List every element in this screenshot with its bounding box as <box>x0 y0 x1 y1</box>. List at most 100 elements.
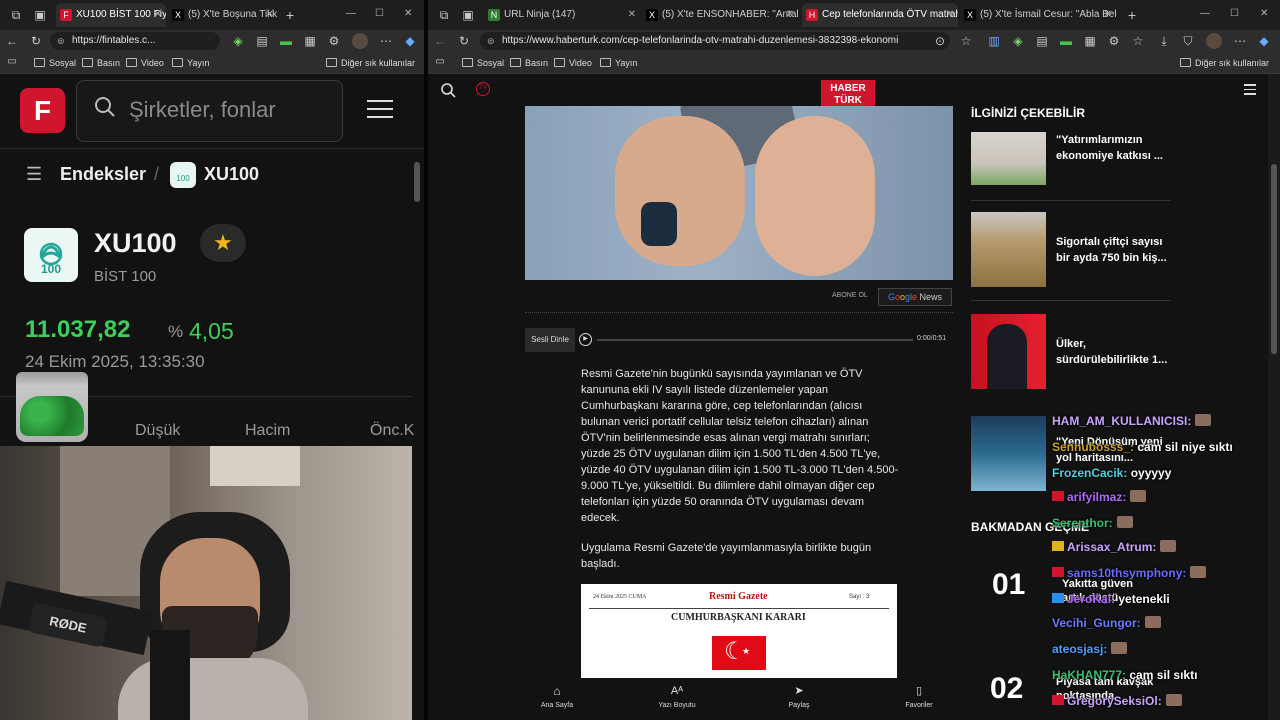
close-tab-icon[interactable]: ✕ <box>786 3 794 27</box>
favorites-icon[interactable]: ☆ <box>1130 33 1146 49</box>
chat-username[interactable]: HAM_AM_KULLANICISI: <box>1052 414 1191 428</box>
related-3-title[interactable]: Ülker, sürdürülebilirlikte 1... <box>1056 336 1167 368</box>
nav-yazi-boyutu[interactable]: Aᴬ Yazı Boyutu <box>645 684 709 709</box>
scrollbar-thumb[interactable] <box>414 162 420 202</box>
extension-icon[interactable]: ▤ <box>254 33 270 49</box>
chat-username[interactable]: Vecihi_Gungor: <box>1052 616 1141 630</box>
bookmark-sosyal[interactable]: Sosyal <box>462 56 504 70</box>
fintables-logo[interactable]: F <box>20 88 65 133</box>
google-news-button[interactable]: Google News <box>878 288 952 306</box>
search-icon[interactable] <box>440 82 456 98</box>
bookmark-basin[interactable]: Basın <box>510 56 548 70</box>
tab-x-ensonhaber[interactable]: X (5) X'te ENSONHABER: "Antalya'd... ✕ <box>642 3 798 27</box>
nav-ana-sayfa[interactable]: ⌂ Ana Sayfa <box>525 684 589 709</box>
copilot-icon[interactable]: ◆ <box>402 33 418 49</box>
extension-icon[interactable]: ◈ <box>1010 33 1026 49</box>
listen-button[interactable]: Sesli Dinle <box>525 328 575 352</box>
related-3-image[interactable] <box>971 314 1046 389</box>
resmi-gazete-image[interactable]: 24 Ekim 2025 CUMA Resmi Gazete Sayı : 3 … <box>581 584 897 678</box>
avatar[interactable] <box>1206 33 1222 49</box>
nav-paylas[interactable]: ➤ Paylaş <box>767 684 831 709</box>
scrollbar-thumb[interactable] <box>1271 164 1277 354</box>
close-tab-icon[interactable]: ✕ <box>154 3 162 27</box>
workspaces-icon[interactable]: ⧉ <box>436 7 452 23</box>
minimize-icon[interactable]: — <box>1200 8 1210 19</box>
expand-icon[interactable]: ⤢ <box>877 588 887 603</box>
maximize-icon[interactable]: ☐ <box>1230 8 1239 19</box>
extension-icon[interactable]: ▤ <box>1034 33 1050 49</box>
tab-x-post[interactable]: X (5) X'te Boşuna Tikk... ✕ <box>168 3 278 27</box>
other-bookmarks[interactable]: Diğer sık kullanılar <box>326 56 415 70</box>
audio-progress-track[interactable] <box>597 339 913 341</box>
bookmark-video[interactable]: Video <box>554 56 592 70</box>
bookmark-video[interactable]: Video <box>126 56 164 70</box>
workspaces-icon[interactable]: ⧉ <box>8 7 24 23</box>
chat-username[interactable]: Sennubosss_: <box>1052 440 1134 454</box>
chat-username[interactable]: sams10thsymphony: <box>1067 566 1186 580</box>
reload-icon[interactable]: ↻ <box>456 33 472 49</box>
bookmark-sosyal[interactable]: Sosyal <box>34 56 76 70</box>
reload-icon[interactable]: ↻ <box>28 33 44 49</box>
haberturk-logo[interactable]: HABER TÜRK <box>821 80 875 108</box>
read-aloud-icon[interactable]: ⊙ <box>932 33 948 49</box>
chat-username[interactable]: ateosjasj: <box>1052 642 1107 656</box>
search-input[interactable]: Şirketler, fonlar <box>76 80 343 142</box>
bookmark-basin[interactable]: Basın <box>82 56 120 70</box>
chat-username[interactable]: Arissax_Atrum: <box>1067 540 1156 554</box>
new-tab-icon[interactable]: + <box>282 7 298 23</box>
extension-icon[interactable]: ▬ <box>1058 33 1074 49</box>
close-window-icon[interactable]: ✕ <box>1260 8 1268 19</box>
tab-x-ismail[interactable]: X (5) X'te İsmail Cesur: "Abla Beled... … <box>960 3 1116 27</box>
reading-list-icon[interactable]: ▭ <box>432 54 448 70</box>
close-window-icon[interactable]: ✕ <box>404 8 412 19</box>
back-icon[interactable]: ← <box>4 33 20 49</box>
site-info-icon[interactable]: ⊜ <box>57 32 65 50</box>
related-2-title[interactable]: Sigortalı çiftçi sayısı bir ayda 750 bin… <box>1056 234 1167 266</box>
related-1-image[interactable] <box>971 132 1046 185</box>
downloads-icon[interactable]: ⤓ <box>1156 33 1172 49</box>
bookmark-yayin[interactable]: Yayın <box>600 56 637 70</box>
address-bar[interactable]: ⊜ https://www.haberturk.com/cep-telefonl… <box>480 32 950 50</box>
nav-favoriler[interactable]: ▯ Favoriler <box>887 684 951 709</box>
tab-fintables[interactable]: F XU100 BİST 100 Fiy... ✕ <box>56 3 166 27</box>
reading-list-icon[interactable]: ▭ <box>4 54 20 70</box>
copilot-icon[interactable]: ◆ <box>1256 33 1272 49</box>
tab-actions-icon[interactable]: ▣ <box>32 7 48 23</box>
related-2-image[interactable] <box>971 212 1046 287</box>
extension-icon[interactable]: ▦ <box>302 33 318 49</box>
extension-icon[interactable]: ▬ <box>278 33 294 49</box>
tab-url-ninja[interactable]: N URL Ninja (147) ✕ <box>484 3 640 27</box>
maximize-icon[interactable]: ☐ <box>375 8 384 19</box>
breadcrumb-endeksler[interactable]: Endeksler <box>60 164 146 185</box>
close-tab-icon[interactable]: ✕ <box>1104 3 1112 27</box>
related-1-title[interactable]: "Yatırımlarımızın ekonomiye katkısı ... <box>1056 132 1163 164</box>
extension-icon[interactable]: ▦ <box>1082 33 1098 49</box>
extensions-icon[interactable]: ⚙ <box>1106 33 1122 49</box>
extensions-icon[interactable]: ⚙ <box>326 33 342 49</box>
chat-username[interactable]: HaKHAN777: <box>1052 668 1126 682</box>
back-icon[interactable]: ← <box>432 33 448 49</box>
play-icon[interactable]: ▶ <box>579 333 592 346</box>
extension-icon[interactable]: ◈ <box>230 33 246 49</box>
avatar[interactable] <box>352 33 368 49</box>
site-info-icon[interactable]: ⊜ <box>487 32 495 50</box>
chat-username[interactable]: JeroKai: <box>1067 592 1115 606</box>
favorite-icon[interactable]: ☆ <box>958 33 974 49</box>
hamburger-menu-icon[interactable] <box>367 100 393 120</box>
extension-icon[interactable]: ▥ <box>986 33 1002 49</box>
chat-username[interactable]: arifyilmaz: <box>1067 490 1126 504</box>
menu-icon[interactable] <box>1244 84 1256 95</box>
chat-username[interactable]: GregorySeksiOl: <box>1067 694 1162 708</box>
minimize-icon[interactable]: — <box>346 8 356 19</box>
tv-icon[interactable]: TV <box>476 82 490 96</box>
more-icon[interactable]: ⋯ <box>378 33 394 49</box>
other-bookmarks[interactable]: Diğer sık kullanılar <box>1180 56 1269 70</box>
close-tab-icon[interactable]: ✕ <box>266 3 274 27</box>
new-tab-icon[interactable]: + <box>1124 7 1140 23</box>
close-tab-icon[interactable]: ✕ <box>946 3 954 27</box>
bookmark-yayin[interactable]: Yayın <box>172 56 209 70</box>
related-4-image[interactable] <box>971 416 1046 491</box>
tab-actions-icon[interactable]: ▣ <box>460 7 476 23</box>
close-tab-icon[interactable]: ✕ <box>628 3 636 27</box>
tab-haberturk[interactable]: H Cep telefonlarında ÖTV matrahı d... ✕ <box>802 3 958 27</box>
